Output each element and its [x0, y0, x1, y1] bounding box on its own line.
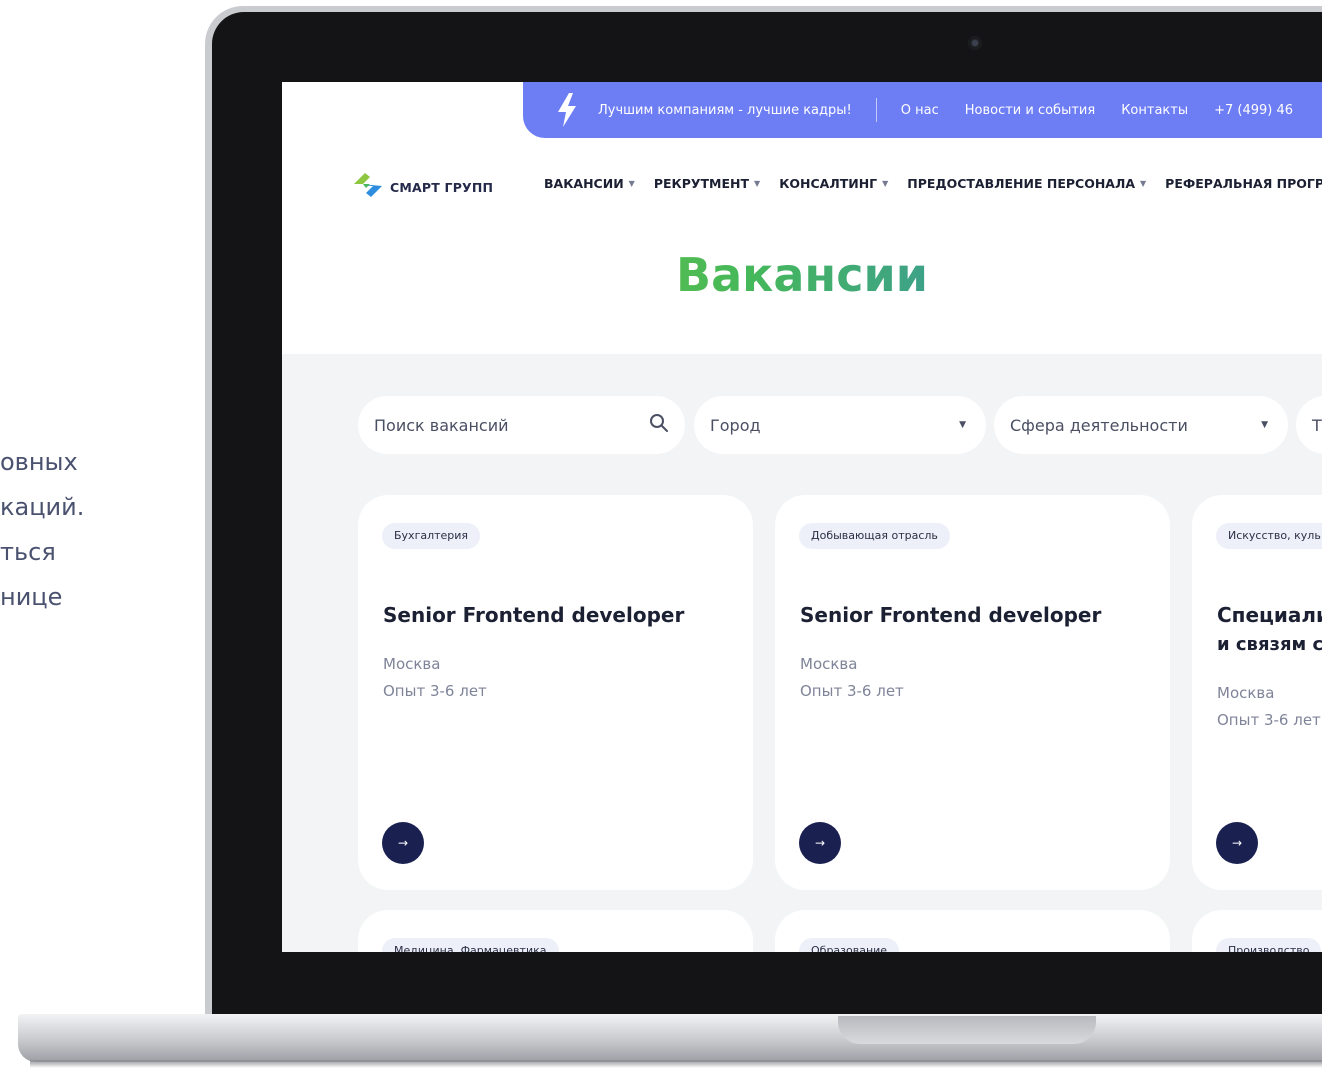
laptop-shadow: [30, 1060, 1322, 1068]
vacancy-card[interactable]: Образование: [775, 910, 1170, 952]
nav-item-recruitment[interactable]: РЕКРУТМЕНТ ▼: [654, 176, 760, 191]
category-tag[interactable]: Медицина, Фармацевтика: [382, 938, 559, 952]
arrow-right-icon: →: [397, 836, 409, 850]
side-text-line: ться: [0, 538, 56, 566]
laptop-notch: [838, 1016, 1096, 1044]
nav-item-consulting[interactable]: КОНСАЛТИНГ ▼: [779, 176, 888, 191]
vacancy-experience: Опыт 3-6 лет: [800, 682, 904, 700]
sphere-select-label: Сфера деятельности: [1010, 415, 1188, 435]
nav-label: ВАКАНСИИ: [544, 176, 624, 191]
top-link-contacts[interactable]: Контакты: [1121, 103, 1188, 118]
dropdown-caret-icon: ▼: [1261, 420, 1268, 430]
vacancy-city: Москва: [1217, 684, 1275, 702]
page-title: Вакансии: [282, 248, 1322, 302]
site-header: СМАРТ ГРУПП ВАКАНСИИ ▼ РЕКРУТМЕНТ ▼ КОНСАЛ…: [282, 138, 1322, 230]
top-link-about[interactable]: О нас: [901, 103, 939, 118]
search-placeholder: Поиск вакансий: [374, 415, 509, 435]
search-input[interactable]: Поиск вакансий: [358, 396, 685, 454]
logo-icon: [354, 172, 384, 202]
nav-label: РЕКРУТМЕНТ: [653, 176, 750, 191]
vacancies-section: Поиск вакансий Город ▼ Сфера деятельност…: [282, 354, 1322, 952]
sphere-select[interactable]: Сфера деятельности ▼: [994, 396, 1288, 454]
main-nav: ВАКАНСИИ ▼ РЕКРУТМЕНТ ▼ КОНСАЛТИНГ ▼ ПРЕДОС…: [544, 176, 1322, 191]
logo-text: СМАРТ ГРУПП: [390, 179, 494, 195]
side-marketing-text: овных каций. ться нице: [0, 440, 200, 620]
nav-item-referral[interactable]: РЕФЕРАЛЬНАЯ ПРОГРА: [1165, 176, 1322, 191]
vacancy-title[interactable]: Senior Frontend developer: [800, 600, 1160, 630]
vacancy-card[interactable]: Бухгалтерия Senior Frontend developer Мо…: [358, 495, 753, 890]
nav-item-vacancies[interactable]: ВАКАНСИИ ▼: [544, 176, 635, 191]
arrow-right-icon: →: [1231, 836, 1243, 850]
vacancy-city: Москва: [383, 655, 441, 673]
vacancy-experience: Опыт 3-6 лет: [383, 682, 487, 700]
arrow-right-button[interactable]: →: [799, 822, 841, 864]
side-text-line: овных: [0, 448, 78, 476]
caret-down-icon: ▼: [754, 179, 761, 188]
nav-item-staffing[interactable]: ПРЕДОСТАВЛЕНИЕ ПЕРСОНАЛА ▼: [907, 176, 1146, 191]
vacancy-experience: Опыт 3-6 лет: [1217, 711, 1321, 729]
type-select-label: Т: [1312, 415, 1322, 435]
vacancy-card[interactable]: Медицина, Фармацевтика: [358, 910, 753, 952]
side-text-line: каций.: [0, 493, 85, 521]
lightning-icon: [556, 93, 578, 127]
top-bar: Лучшим компаниям - лучшие кадры! О нас Н…: [523, 82, 1322, 138]
caret-down-icon: ▼: [1140, 179, 1147, 188]
vacancy-card[interactable]: Производство: [1192, 910, 1322, 952]
type-select[interactable]: Т: [1296, 396, 1322, 454]
vacancy-title[interactable]: Специали: [1217, 600, 1322, 630]
caret-down-icon: ▼: [628, 179, 635, 188]
city-select-label: Город: [710, 415, 761, 435]
arrow-right-icon: →: [814, 836, 826, 850]
nav-label: КОНСАЛТИНГ: [779, 176, 878, 191]
vacancy-card[interactable]: Добывающая отрасль Senior Frontend devel…: [775, 495, 1170, 890]
category-tag[interactable]: Бухгалтерия: [382, 523, 481, 549]
nav-label: РЕФЕРАЛЬНАЯ ПРОГРА: [1165, 176, 1322, 191]
vacancy-card[interactable]: Искусство, куль Специали и связям с Моск…: [1192, 495, 1322, 890]
category-tag[interactable]: Производство: [1216, 938, 1322, 952]
vacancy-city: Москва: [800, 655, 858, 673]
browser-screen: Лучшим компаниям - лучшие кадры! О нас Н…: [282, 82, 1322, 952]
category-tag[interactable]: Искусство, куль: [1216, 523, 1322, 549]
city-select[interactable]: Город ▼: [694, 396, 986, 454]
top-link-phone[interactable]: +7 (499) 46: [1214, 103, 1293, 118]
vacancy-title[interactable]: Senior Frontend developer: [383, 600, 743, 630]
arrow-right-button[interactable]: →: [382, 822, 424, 864]
category-tag[interactable]: Образование: [799, 938, 900, 952]
laptop-base: [18, 1014, 1322, 1062]
nav-label: ПРЕДОСТАВЛЕНИЕ ПЕРСОНАЛА: [907, 176, 1136, 191]
side-text-line: нице: [0, 583, 63, 611]
caret-down-icon: ▼: [882, 179, 889, 188]
arrow-right-button[interactable]: →: [1216, 822, 1258, 864]
top-link-news[interactable]: Новости и события: [965, 103, 1095, 118]
dropdown-caret-icon: ▼: [959, 420, 966, 430]
divider: [875, 98, 877, 122]
category-tag[interactable]: Добывающая отрасль: [799, 523, 950, 549]
slogan-text: Лучшим компаниям - лучшие кадры!: [598, 102, 852, 118]
search-icon[interactable]: [649, 413, 669, 437]
webcam-icon: [968, 36, 982, 50]
vacancy-title-line2[interactable]: и связям с: [1217, 630, 1322, 660]
logo[interactable]: СМАРТ ГРУПП: [354, 172, 493, 202]
